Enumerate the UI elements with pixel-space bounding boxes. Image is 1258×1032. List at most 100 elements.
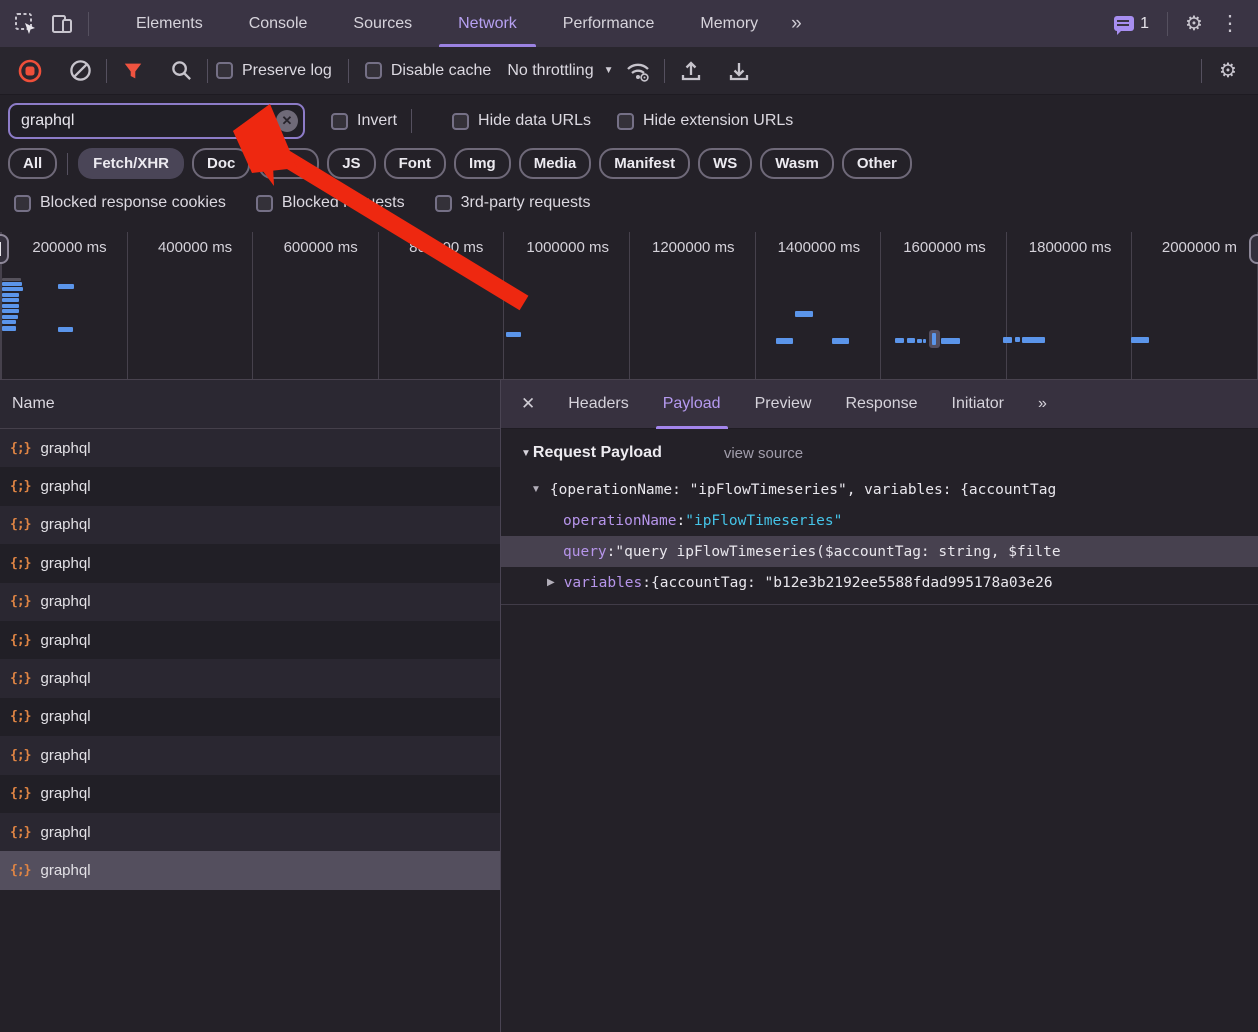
disable-cache-checkbox[interactable]: Disable cache [365, 62, 492, 80]
detail-tab[interactable]: Headers [551, 380, 645, 429]
close-detail-button[interactable]: ✕ [501, 394, 551, 414]
request-row[interactable]: {;} graphql [0, 506, 500, 544]
json-braces-icon: {;} [10, 671, 30, 686]
detail-tab[interactable]: Initiator [935, 380, 1021, 429]
panel-tab[interactable]: Elements [113, 0, 226, 47]
overview-left-handle[interactable] [0, 234, 9, 264]
resource-type-chip[interactable]: WS [698, 148, 752, 179]
record-stop-icon [18, 59, 42, 83]
resource-type-chip[interactable]: Wasm [760, 148, 834, 179]
blocked-requests-checkbox[interactable]: Blocked requests [256, 194, 405, 212]
json-braces-icon: {;} [10, 517, 30, 532]
checkbox-icon [617, 113, 634, 130]
checkbox-icon [256, 195, 273, 212]
panel-tab[interactable]: Network [435, 0, 540, 47]
waterfall-bar [2, 326, 16, 331]
panel-tab[interactable]: Console [226, 0, 331, 47]
checkbox-icon [365, 62, 382, 79]
json-braces-icon: {;} [10, 633, 30, 648]
search-button[interactable] [163, 53, 199, 89]
resource-type-chip[interactable]: Fetch/XHR [78, 148, 184, 179]
payload-tree-row[interactable]: operationName: "ipFlowTimeseries" [501, 505, 1258, 536]
waterfall-bar [2, 278, 21, 281]
record-network-log-button[interactable] [12, 53, 48, 89]
request-row[interactable]: {;} graphql [0, 544, 500, 582]
payload-colon: : [642, 575, 651, 591]
hide-data-urls-checkbox[interactable]: Hide data URLs [452, 112, 591, 130]
upload-icon [679, 59, 703, 83]
timeline-tick-label: 600000 ms [253, 232, 379, 379]
network-overview-timeline[interactable]: 200000 ms400000 ms600000 ms800000 ms1000… [0, 232, 1258, 380]
request-row[interactable]: {;} graphql [0, 467, 500, 505]
resource-type-chip[interactable]: Media [519, 148, 592, 179]
issues-count: 1 [1140, 15, 1149, 33]
network-settings-button[interactable]: ⚙ [1210, 53, 1246, 89]
import-har-button[interactable] [673, 53, 709, 89]
panel-tab[interactable]: Performance [540, 0, 678, 47]
resource-type-chip[interactable]: Doc [192, 148, 250, 179]
invert-checkbox[interactable]: Invert [331, 112, 397, 130]
hide-extension-urls-checkbox[interactable]: Hide extension URLs [617, 112, 793, 130]
clear-network-log-button[interactable] [62, 53, 98, 89]
clear-filter-button[interactable]: ✕ [276, 110, 298, 132]
panel-tab[interactable]: Memory [677, 0, 781, 47]
payload-key: query [563, 544, 607, 560]
request-row[interactable]: {;} graphql [0, 813, 500, 851]
resource-type-chip[interactable]: Font [384, 148, 446, 179]
more-panels-button[interactable]: » [781, 13, 810, 35]
issues-button[interactable]: 1 [1114, 15, 1149, 33]
throttling-select[interactable]: No throttling ▼ [501, 62, 619, 80]
payload-tree-row[interactable]: ▼{operationName: "ipFlowTimeseries", var… [501, 474, 1258, 505]
detail-tab[interactable]: Response [828, 380, 934, 429]
payload-tree-row[interactable]: query: "query ipFlowTimeseries($accountT… [501, 536, 1258, 567]
disclosure-right-icon[interactable]: ▶ [547, 577, 555, 588]
resource-type-chip[interactable]: Img [454, 148, 511, 179]
resource-type-chip[interactable]: CSS [258, 148, 319, 179]
request-row[interactable]: {;} graphql [0, 621, 500, 659]
panel-tab[interactable]: Sources [330, 0, 435, 47]
resource-type-chip[interactable]: All [8, 148, 57, 179]
preserve-log-checkbox[interactable]: Preserve log [216, 62, 332, 80]
timeline-tick-label: 1600000 ms [881, 232, 1007, 379]
filter-button[interactable] [115, 53, 151, 89]
request-row[interactable]: {;} graphql [0, 775, 500, 813]
request-row[interactable]: {;} graphql [0, 698, 500, 736]
request-row[interactable]: {;} graphql [0, 736, 500, 774]
resource-type-chip[interactable]: JS [327, 148, 375, 179]
filter-input[interactable] [8, 103, 305, 139]
request-row[interactable]: {;} graphql [0, 659, 500, 697]
detail-tabs: HeadersPayloadPreviewResponseInitiator [551, 380, 1021, 429]
resource-type-chip[interactable]: Other [842, 148, 912, 179]
export-har-button[interactable] [721, 53, 757, 89]
customize-devtools-button[interactable]: ⋮ [1212, 6, 1248, 42]
topbar-right: 1 ⚙ ⋮ [1114, 6, 1258, 42]
third-party-requests-checkbox[interactable]: 3rd-party requests [435, 194, 591, 212]
payload-tree-row[interactable]: ▶variables: {accountTag: "b12e3b2192ee55… [501, 567, 1258, 598]
resource-type-chip[interactable]: Manifest [599, 148, 690, 179]
overview-right-handle[interactable] [1249, 234, 1258, 264]
waterfall-bar [941, 338, 960, 344]
request-row[interactable]: {;} graphql [0, 583, 500, 621]
view-source-link[interactable]: view source [724, 445, 803, 462]
disclosure-down-icon[interactable]: ▼ [521, 448, 531, 459]
panel-tabs: ElementsConsoleSourcesNetworkPerformance… [113, 0, 781, 47]
timeline-tick-label: 400000 ms [128, 232, 254, 379]
requests-name-column-header[interactable]: Name [0, 380, 500, 429]
detail-tab[interactable]: Payload [646, 380, 738, 429]
blocked-response-cookies-checkbox[interactable]: Blocked response cookies [14, 194, 226, 212]
disclosure-down-icon[interactable]: ▼ [531, 484, 541, 495]
issues-bubble-icon [1114, 16, 1134, 31]
payload-value: "ipFlowTimeseries" [685, 513, 842, 529]
detail-tab[interactable]: Preview [738, 380, 829, 429]
settings-button[interactable]: ⚙ [1176, 6, 1212, 42]
section-title: Request Payload [533, 444, 662, 462]
toggle-device-toolbar-button[interactable] [44, 6, 80, 42]
inspect-element-button[interactable] [8, 6, 44, 42]
divider [88, 12, 89, 36]
more-detail-tabs-button[interactable]: » [1021, 395, 1062, 413]
request-row[interactable]: {;} graphql [0, 429, 500, 467]
request-row[interactable]: {;} graphql [0, 851, 500, 889]
download-icon [727, 59, 751, 83]
network-conditions-button[interactable] [620, 53, 656, 89]
request-payload-section-header[interactable]: ▼ Request Payload view source [521, 444, 1258, 462]
